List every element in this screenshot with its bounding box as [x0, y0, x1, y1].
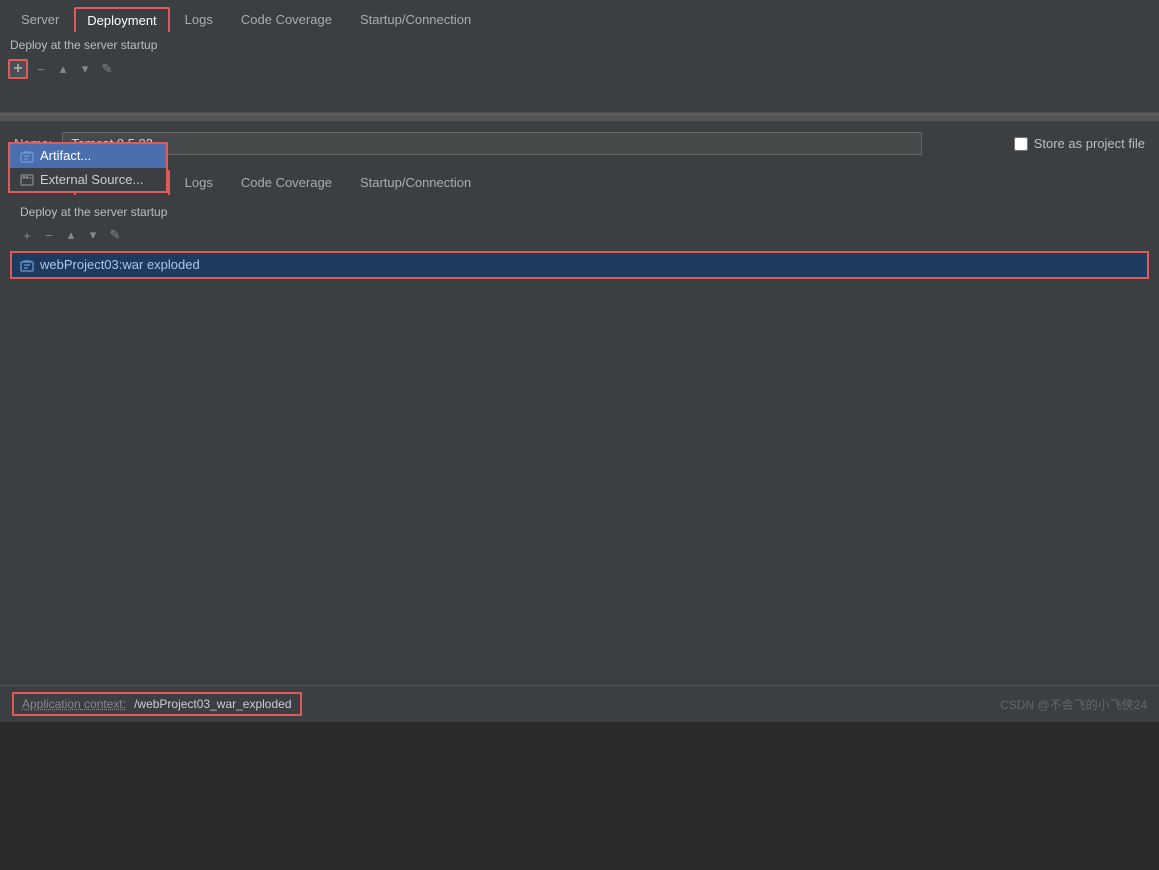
edit-button-top[interactable]: ✎	[98, 60, 116, 78]
tab-logs-bottom[interactable]: Logs	[172, 169, 226, 195]
csdn-watermark: CSDN @不会飞的小飞侠24	[1000, 696, 1147, 713]
add-button-top[interactable]: +	[8, 59, 28, 79]
remove-button-bottom[interactable]: −	[40, 226, 58, 244]
tab-startup-connection-bottom[interactable]: Startup/Connection	[347, 169, 484, 195]
tab-startup-connection-top[interactable]: Startup/Connection	[347, 6, 484, 32]
name-input[interactable]	[62, 132, 922, 155]
app-context-value: /webProject03_war_exploded	[134, 697, 291, 711]
bottom-tabs-bar: Server Deployment Logs Code Coverage Sta…	[0, 165, 1159, 195]
toolbar-bottom: + − ▴ ▾ ✎	[10, 223, 1149, 247]
down-button-bottom[interactable]: ▾	[84, 226, 102, 244]
deploy-section-label-bottom: Deploy at the server startup	[10, 199, 1149, 223]
tab-server-top[interactable]: Server	[8, 6, 72, 32]
menu-item-artifact-label: Artifact...	[40, 148, 91, 163]
up-button-top[interactable]: ▴	[54, 60, 72, 78]
add-dropdown-menu: Artifact... External Source...	[8, 142, 168, 193]
artifact-row-icon	[20, 257, 34, 273]
top-panel-content: Deploy at the server startup + − ▴ ▾ ✎ A…	[0, 32, 1159, 112]
top-panel: Server Deployment Logs Code Coverage Sta…	[0, 0, 1159, 114]
bottom-panel: Name: Store as project file Server Deplo…	[0, 122, 1159, 722]
store-project-label: Store as project file	[1034, 136, 1145, 151]
bottom-footer: Application context: /webProject03_war_e…	[0, 685, 1159, 722]
edit-button-bottom[interactable]: ✎	[106, 226, 124, 244]
down-button-top[interactable]: ▾	[76, 60, 94, 78]
remove-button-top[interactable]: −	[32, 60, 50, 78]
menu-item-artifact[interactable]: Artifact...	[10, 144, 166, 168]
app-context-label: Application context:	[22, 697, 126, 711]
tab-logs-top[interactable]: Logs	[172, 6, 226, 32]
toolbar-top: + − ▴ ▾ ✎	[0, 56, 1159, 82]
add-button-bottom[interactable]: +	[18, 226, 36, 244]
menu-item-external-source-label: External Source...	[40, 172, 143, 187]
deployment-section-bottom: Deploy at the server startup + − ▴ ▾ ✎ w…	[0, 195, 1159, 283]
app-context-section: Application context: /webProject03_war_e…	[12, 692, 302, 716]
artifact-row-label: webProject03:war exploded	[40, 257, 200, 272]
tab-code-coverage-top[interactable]: Code Coverage	[228, 6, 345, 32]
up-button-bottom[interactable]: ▴	[62, 226, 80, 244]
artifact-row-webproject[interactable]: webProject03:war exploded	[10, 251, 1149, 279]
artifact-icon	[20, 148, 34, 164]
menu-item-external-source[interactable]: External Source...	[10, 168, 166, 192]
name-row: Name: Store as project file	[0, 122, 1159, 165]
store-project-checkbox[interactable]	[1014, 137, 1028, 151]
panel-divider	[0, 114, 1159, 122]
top-tabs-bar: Server Deployment Logs Code Coverage Sta…	[0, 0, 1159, 32]
external-source-icon	[20, 172, 34, 188]
tab-code-coverage-bottom[interactable]: Code Coverage	[228, 169, 345, 195]
deploy-section-label-top: Deploy at the server startup	[0, 32, 1159, 56]
artifact-list: webProject03:war exploded	[10, 251, 1149, 279]
tab-deployment-top[interactable]: Deployment	[74, 7, 169, 32]
store-project-row: Store as project file	[1014, 136, 1145, 151]
